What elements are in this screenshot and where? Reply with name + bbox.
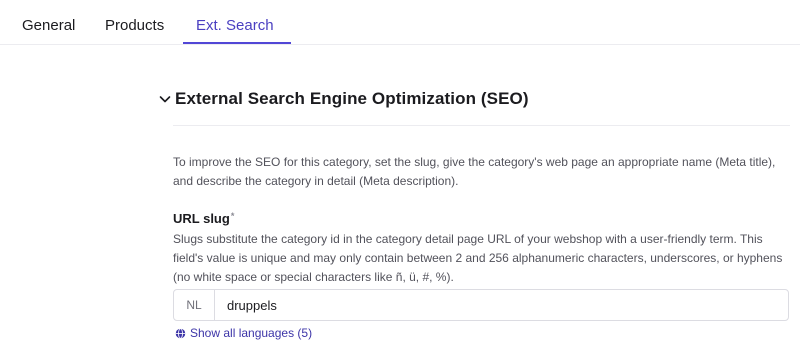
seo-intro-text: To improve the SEO for this category, se… — [173, 155, 776, 188]
url-slug-input[interactable] — [215, 290, 788, 320]
chevron-down-icon — [159, 96, 171, 103]
language-prefix: NL — [174, 290, 215, 320]
category-edit-page: General Products Ext. Search External Se… — [0, 0, 800, 351]
tab-general[interactable]: General — [22, 17, 75, 34]
url-slug-label-text: URL slug — [173, 211, 230, 226]
url-slug-help-text: Slugs substitute the category id in the … — [173, 232, 783, 284]
tab-ext-search[interactable]: Ext. Search — [196, 17, 274, 34]
url-slug-label: URL slug* — [173, 211, 234, 226]
section-title: External Search Engine Optimization (SEO… — [175, 89, 529, 108]
globe-icon — [175, 327, 186, 339]
show-all-languages-label: Show all languages (5) — [190, 326, 313, 340]
url-slug-input-group: NL — [173, 289, 789, 321]
tab-bar: General Products Ext. Search — [0, 0, 800, 45]
seo-section-toggle[interactable]: External Search Engine Optimization (SEO… — [157, 86, 529, 112]
show-all-languages-link[interactable]: Show all languages (5) — [175, 326, 312, 340]
active-tab-indicator — [183, 42, 291, 44]
tab-products[interactable]: Products — [105, 17, 164, 34]
section-divider — [173, 125, 790, 126]
required-marker: * — [230, 211, 235, 221]
